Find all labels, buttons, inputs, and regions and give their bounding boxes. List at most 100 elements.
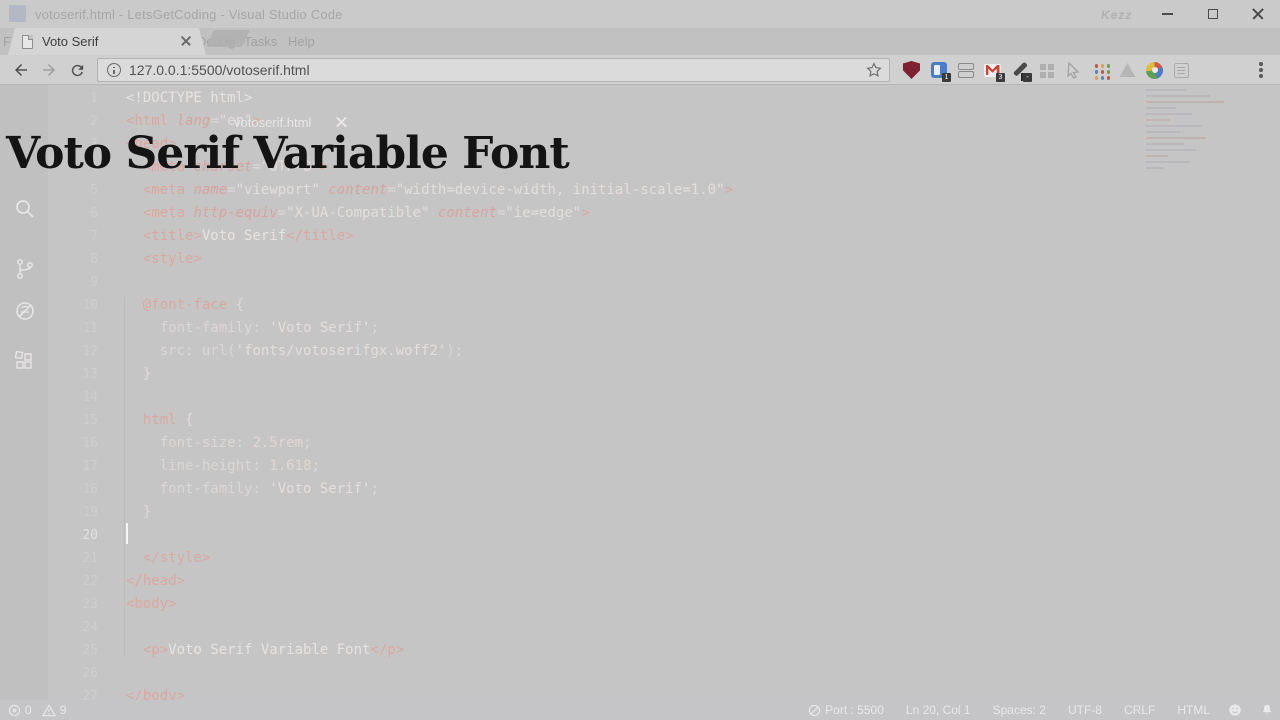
kebab-menu-icon [1259, 68, 1263, 72]
minimize-button[interactable] [1145, 0, 1190, 28]
menu-item-help[interactable]: Help [288, 34, 315, 49]
extension-color-picker-button[interactable]: - [1006, 58, 1033, 82]
error-count: 0 [25, 703, 32, 717]
line-number: 6 [90, 206, 98, 221]
maximize-icon [1207, 9, 1218, 19]
code-line: 12 src: url('fonts/votoserifgx.woff2'); [48, 340, 1280, 363]
back-arrow-icon [15, 64, 27, 76]
forward-button[interactable] [36, 58, 62, 82]
feedback-button[interactable] [1228, 703, 1242, 717]
extension-color-wheel-button[interactable] [1141, 58, 1168, 82]
line-number: 5 [90, 183, 98, 198]
reload-button[interactable] [64, 58, 90, 82]
extensions-button[interactable] [13, 349, 37, 378]
page-favicon-icon [22, 35, 33, 49]
layout-panels-icon [957, 62, 974, 78]
extension-google-apps-button[interactable] [1087, 58, 1114, 82]
extension-cursor-faint-button[interactable] [1060, 58, 1087, 82]
browser-tabstrip: FileEditSelectionViewGoDebugTasksHelp Vo… [0, 28, 1280, 55]
browser-tab-voto-serif[interactable]: Voto Serif [8, 28, 206, 55]
code-line: 22 </head> [48, 570, 1280, 593]
line-number: 16 [82, 436, 98, 451]
site-info-icon[interactable] [107, 63, 121, 77]
minimap-line [1146, 155, 1168, 157]
minimap-line [1146, 161, 1190, 163]
google-apps-icon [1094, 64, 1099, 68]
line-number: 26 [82, 666, 98, 681]
debug-button[interactable] [13, 299, 37, 328]
code-line: 8 <style> [48, 248, 1280, 271]
code-line: 24 [48, 616, 1280, 639]
rendered-page-heading: Voto Serif Variable Font [6, 128, 570, 179]
minimap-line [1146, 101, 1224, 103]
code-line: 6 <meta http-equiv="X-UA-Compatible" con… [48, 202, 1280, 225]
maximize-button[interactable] [1190, 0, 1235, 28]
bookmark-star-button[interactable] [865, 61, 883, 84]
extension-ublock-origin-button[interactable] [898, 58, 925, 82]
close-icon [1252, 8, 1264, 20]
line-number: 27 [82, 689, 98, 700]
code-line: 16 font-size: 2.5rem; [48, 432, 1280, 455]
notifications-button[interactable] [1260, 703, 1274, 717]
line-number: 10 [82, 298, 98, 313]
eol-sequence[interactable]: CRLF [1124, 703, 1155, 717]
line-number: 19 [82, 505, 98, 520]
live-server-port[interactable]: Port : 5500 [808, 703, 884, 717]
cursor-position[interactable]: Ln 20, Col 1 [906, 703, 971, 717]
address-bar[interactable]: 127.0.0.1:5500/votoserif.html [97, 58, 890, 82]
extension-badge: 3 [996, 73, 1005, 82]
menu-item-tasks[interactable]: Tasks [244, 34, 277, 49]
extensions-icon [14, 350, 32, 369]
vscode-window-title: votoserif.html - LetsGetCoding - Visual … [35, 7, 343, 22]
extension-layout-panels-button[interactable] [952, 58, 979, 82]
back-button[interactable] [8, 58, 34, 82]
minimap-ghost[interactable] [1146, 89, 1258, 173]
ghost-editor-tab-close-icon [336, 116, 347, 127]
minimap-line [1146, 131, 1180, 133]
browser-menu-button[interactable] [1248, 58, 1274, 82]
line-number: 18 [82, 482, 98, 497]
problems-errors[interactable]: 0 [8, 703, 32, 717]
extension-blue-card-button[interactable]: 1 [925, 58, 952, 82]
url-text: 127.0.0.1:5500/votoserif.html [129, 62, 310, 78]
extension-badge: - [1023, 73, 1032, 82]
extension-grid-faint-button[interactable] [1033, 58, 1060, 82]
indentation[interactable]: Spaces: 2 [993, 703, 1046, 717]
line-number: 11 [82, 321, 98, 336]
extension-drive-faint-button[interactable] [1114, 58, 1141, 82]
minimap-line [1146, 119, 1170, 121]
search-button[interactable] [13, 197, 37, 226]
code-line: 25 <p>Voto Serif Variable Font</p> [48, 639, 1280, 662]
line-number: 23 [82, 597, 98, 612]
extension-gmail-button[interactable]: 3 [979, 58, 1006, 82]
text-cursor [126, 523, 128, 544]
vscode-statusbar: 0 9 Port : 5500 Ln 20, Col 1 Spaces: 2 U… [0, 700, 1280, 720]
code-line: 20 [48, 524, 1280, 547]
window-controls [1145, 0, 1280, 28]
line-number: 22 [82, 574, 98, 589]
code-line: 21 </style> [48, 547, 1280, 570]
encoding[interactable]: UTF-8 [1068, 703, 1102, 717]
tab-close-icon[interactable] [180, 35, 192, 47]
close-button[interactable] [1235, 0, 1280, 28]
minimap-line [1146, 167, 1164, 169]
extension-page-faint-button[interactable] [1168, 58, 1195, 82]
vscode-logo-icon [9, 5, 26, 22]
code-line: 18 font-family: 'Voto Serif'; [48, 478, 1280, 501]
git-branch-icon [17, 259, 33, 279]
window-titlebar: votoserif.html - LetsGetCoding - Visual … [0, 0, 1280, 28]
extensions-row: 1 3 - [898, 58, 1195, 82]
code-line: 26 [48, 662, 1280, 685]
search-icon [16, 200, 34, 218]
language-mode[interactable]: HTML [1177, 703, 1210, 717]
source-control-button[interactable] [13, 257, 37, 286]
code-line: 17 line-height: 1.618; [48, 455, 1280, 478]
watermark: Kezz [1101, 8, 1133, 22]
star-icon [866, 62, 882, 77]
code-line: 23 <body> [48, 593, 1280, 616]
code-line: 10 @font-face { [48, 294, 1280, 317]
problems-warnings[interactable]: 9 [42, 703, 66, 717]
code-line: 9 [48, 271, 1280, 294]
line-number: 7 [90, 229, 98, 244]
code-line: 5 <meta name="viewport" content="width=d… [48, 179, 1280, 202]
